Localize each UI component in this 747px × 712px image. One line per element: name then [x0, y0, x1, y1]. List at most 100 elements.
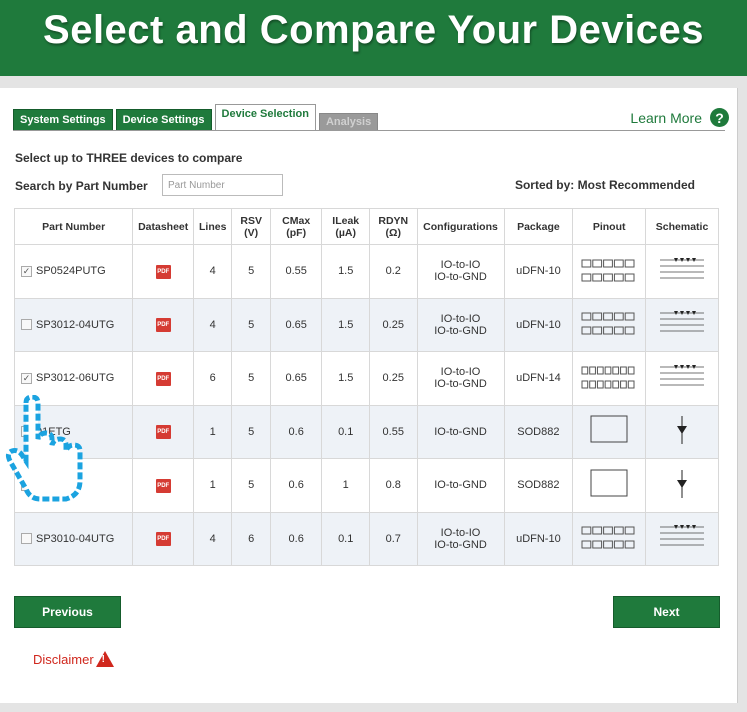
rdyn-value: 0.2: [385, 265, 401, 278]
column-header-rsv: RSV (V): [231, 208, 271, 245]
rdyn-cell: 0.2: [368, 244, 418, 299]
rsv-value: 5: [248, 425, 255, 438]
lines-cell: 4: [193, 244, 233, 299]
cmax-value: 0.55: [285, 265, 307, 278]
column-header-text: (pF): [286, 226, 307, 239]
lines-cell: 4: [193, 297, 233, 352]
configurations-cell: IO-to-IO IO-to-GND: [416, 297, 505, 352]
column-header-text: (V): [244, 226, 259, 239]
schematic-diagram: [660, 364, 705, 386]
column-header-part-number: Part Number: [13, 208, 134, 245]
disclaimer-label: Disclaimer: [33, 651, 94, 667]
page-title: Select and Compare Your Devices: [43, 8, 704, 52]
pdf-icon[interactable]: PDF: [155, 371, 171, 386]
tab-device-settings[interactable]: Device Settings: [115, 109, 212, 131]
ileak-cell: 0.1: [321, 404, 370, 459]
compare-checkbox[interactable]: ✓: [21, 265, 32, 277]
configuration-value: IO-to-IO: [440, 526, 481, 539]
configurations-cell: IO-to-IO IO-to-GND: [416, 351, 505, 406]
ileak-value: 0.1: [338, 425, 354, 438]
help-icon: ?: [710, 108, 729, 127]
ileak-value: 1.5: [338, 265, 354, 278]
pdf-icon[interactable]: PDF: [155, 264, 171, 279]
configuration-value: IO-to-IO: [440, 366, 481, 379]
tab-bar: System Settings Device Settings Device S…: [13, 104, 379, 131]
lines-value: 6: [209, 372, 216, 385]
cmax-value: 0.65: [285, 318, 307, 331]
column-header-schematic: Schematic: [645, 208, 719, 245]
rsv-cell: 5: [231, 244, 271, 299]
pinout-diagram: [581, 526, 635, 549]
table-row[interactable]: ✓ SP3012-06UTG PDF 6 5 0.65 1.5 0.25 IO-to-IO IO-…: [13, 351, 719, 406]
rdyn-value: 0.8: [385, 479, 401, 492]
table-row[interactable]: SP3010-04UTG PDF 4 6 0.6 0.1 0.7 IO-to-IO IO-to-…: [13, 511, 719, 566]
ileak-value: 1.5: [338, 318, 354, 331]
pdf-icon[interactable]: PDF: [155, 532, 171, 547]
column-header-text: (µA): [335, 226, 357, 239]
column-header-pinout: Pinout: [572, 208, 647, 245]
datasheet-cell: PDF: [132, 511, 195, 566]
rdyn-value: 0.25: [382, 318, 404, 331]
pinout-cell: [572, 297, 647, 352]
column-header-text: ILeak: [332, 214, 360, 227]
lines-value: 4: [209, 532, 216, 545]
schematic-cell: [645, 511, 719, 566]
configuration-value: IO-to-GND: [434, 538, 487, 551]
lines-value: 4: [209, 318, 216, 331]
rdyn-value: 0.55: [382, 425, 404, 438]
package-value: uDFN-10: [516, 265, 561, 278]
part-number-search-input[interactable]: [162, 174, 283, 196]
pdf-icon[interactable]: PDF: [155, 425, 171, 440]
column-header-text: Configurations: [423, 220, 498, 233]
tab-analysis[interactable]: Analysis: [318, 113, 379, 131]
datasheet-cell: PDF: [132, 351, 195, 406]
cmax-value: 0.65: [285, 372, 307, 385]
package-cell: SOD882: [503, 458, 574, 513]
tab-system-settings[interactable]: System Settings: [13, 109, 113, 131]
table-row[interactable]: ✓ SP0524PUTG PDF 4 5 0.55 1.5 0.2 IO-to-IO IO-to-…: [13, 244, 719, 299]
disclaimer-link[interactable]: Disclaimer !: [33, 651, 114, 667]
column-header-cmax: CMax (pF): [269, 208, 323, 245]
learn-more-label: Learn More: [630, 109, 702, 126]
package-cell: SOD882: [503, 404, 574, 459]
table-row[interactable]: SP3012-04UTG PDF 4 5 0.65 1.5 0.25 IO-to-IO IO-t…: [13, 297, 719, 352]
tab-device-selection[interactable]: Device Selection: [214, 104, 316, 131]
pdf-icon[interactable]: PDF: [155, 318, 171, 333]
learn-more-link[interactable]: Learn More ?: [630, 108, 729, 127]
warning-icon: !: [95, 651, 114, 667]
configuration-value: IO-to-GND: [434, 271, 487, 284]
lines-cell: 6: [193, 351, 233, 406]
rsv-cell: 5: [231, 351, 271, 406]
pinout-cell: [572, 458, 647, 513]
configuration-value: IO-to-GND: [434, 425, 487, 438]
column-header-text: RSV: [240, 214, 262, 227]
next-button[interactable]: Next: [613, 596, 720, 628]
package-value: uDFN-10: [516, 532, 561, 545]
package-cell: uDFN-10: [503, 511, 574, 566]
rsv-value: 5: [248, 265, 255, 278]
pinout-cell: [572, 351, 647, 406]
cmax-cell: 0.65: [269, 297, 323, 352]
part-number-cell: SP3010-04UTG: [13, 511, 134, 566]
header-banner: Select and Compare Your Devices: [0, 0, 747, 76]
rdyn-cell: 0.25: [368, 297, 418, 352]
ileak-value: 0.1: [338, 532, 354, 545]
compare-checkbox[interactable]: [21, 533, 32, 545]
package-value: SOD882: [517, 425, 560, 438]
column-header-text: RDYN: [378, 214, 409, 227]
lines-value: 4: [209, 265, 216, 278]
schematic-cell: [645, 297, 719, 352]
table-row[interactable]: 01ETGPDF150.610.8IO-to-GNDSOD882: [13, 458, 719, 513]
pdf-icon[interactable]: PDF: [155, 478, 171, 493]
rdyn-cell: 0.7: [368, 511, 418, 566]
column-header-text: CMax: [282, 214, 311, 227]
table-row[interactable]: 01ETG PDF 1 5 0.6 0.1 0.55 IO-to-GND SOD882: [13, 404, 719, 459]
rsv-cell: 6: [231, 511, 271, 566]
compare-checkbox[interactable]: [21, 319, 32, 331]
rdyn-cell: 0.25: [368, 351, 418, 406]
table-header-row: Part Number Datasheet Lines RSV (V) CMax (pF) I…: [13, 208, 719, 245]
configuration-value: IO-to-GND: [434, 479, 487, 492]
rdyn-cell: 0.8: [368, 458, 418, 513]
compare-checkbox[interactable]: ✓: [21, 372, 32, 384]
previous-button[interactable]: Previous: [14, 596, 121, 628]
